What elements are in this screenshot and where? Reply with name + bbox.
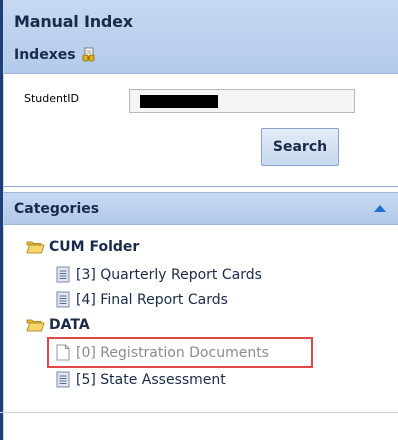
- search-button[interactable]: Search: [261, 128, 339, 166]
- student-id-label: StudentID: [24, 92, 80, 105]
- tree-item-label: [3] Quarterly Report Cards: [76, 266, 262, 283]
- document-icon: [56, 291, 70, 308]
- tree-folder-cum[interactable]: CUM Folder: [26, 239, 139, 255]
- tree-folder-label: CUM Folder: [49, 239, 140, 255]
- search-panel: StudentID Search: [4, 75, 398, 187]
- panel-divider: [0, 412, 398, 413]
- tree-item-label: [4] Final Report Cards: [76, 291, 228, 308]
- tree-item-label: [5] State Assessment: [76, 371, 226, 388]
- indexes-label: Indexes: [14, 47, 76, 63]
- manual-index-header: Manual Index Indexes: [4, 0, 398, 74]
- redacted-value: [140, 95, 218, 108]
- categories-header[interactable]: Categories: [4, 192, 398, 225]
- document-icon: [56, 266, 70, 283]
- highlight-annotation: [47, 337, 313, 368]
- tree-item-state-assessment[interactable]: [5] State Assessment: [56, 371, 226, 388]
- categories-tree: CUM Folder [3] Quarterly Report Cards [4: [4, 226, 398, 440]
- tree-item-quarterly-report-cards[interactable]: [3] Quarterly Report Cards: [56, 266, 262, 283]
- folder-open-icon: [26, 240, 45, 254]
- find-binoculars-icon: [80, 46, 98, 64]
- manual-index-title: Manual Index: [14, 12, 133, 31]
- categories-title: Categories: [14, 201, 100, 217]
- indexes-heading: Indexes: [14, 46, 98, 64]
- tree-item-final-report-cards[interactable]: [4] Final Report Cards: [56, 291, 228, 308]
- tree-folder-data[interactable]: DATA: [26, 317, 90, 333]
- triangle-up-icon[interactable]: [374, 205, 386, 212]
- folder-open-icon: [26, 318, 45, 332]
- document-icon: [56, 371, 70, 388]
- student-id-input[interactable]: [129, 89, 355, 113]
- tree-folder-label: DATA: [49, 317, 90, 333]
